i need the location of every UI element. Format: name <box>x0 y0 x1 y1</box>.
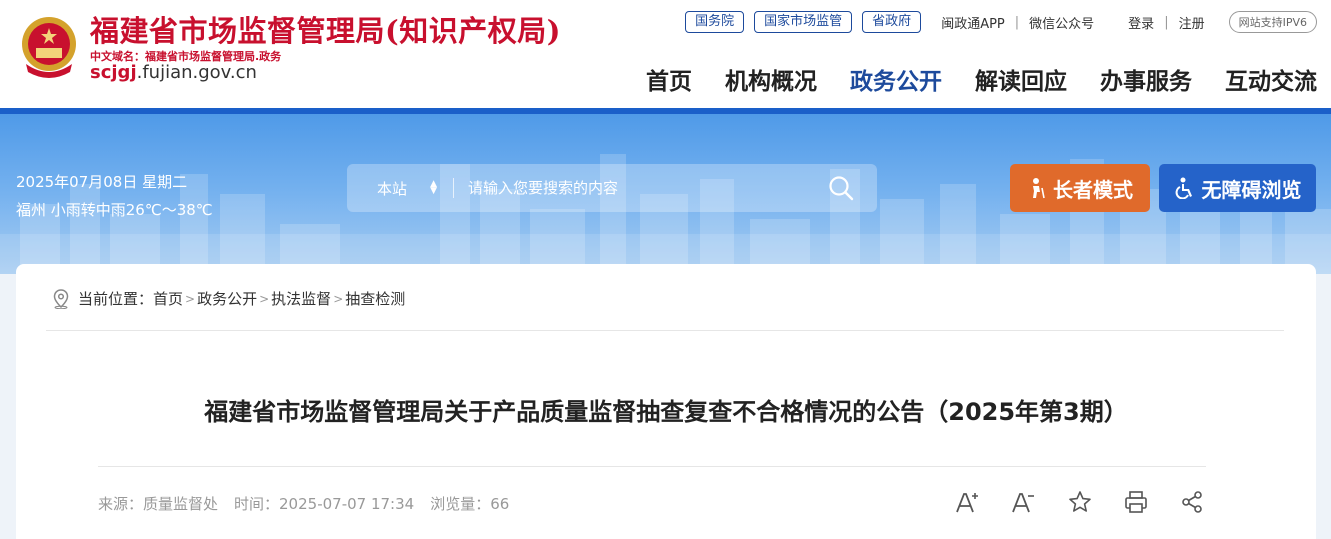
content-card: 当前位置： 首页 > 政务公开 > 执法监督 > 抽查检测 福建省市场监督管理局… <box>16 264 1316 539</box>
login-link[interactable]: 登录 <box>1128 13 1154 32</box>
divider <box>46 330 1284 331</box>
divider: | <box>1164 14 1169 30</box>
site-title[interactable]: 福建省市场监督管理局(知识产权局) <box>90 8 561 50</box>
breadcrumb-home[interactable]: 首页 <box>153 288 183 309</box>
print-button[interactable] <box>1122 488 1150 516</box>
font-increase-icon <box>956 493 978 513</box>
search-icon <box>829 176 854 201</box>
elder-mode-label: 长者模式 <box>1053 177 1133 202</box>
weather-forecast: 福州 小雨转中雨26℃～38℃ <box>16 201 213 219</box>
elder-person-icon <box>1027 177 1047 199</box>
main-nav: 首页 机构概况 政务公开 解读回应 办事服务 互动交流 <box>613 62 1317 96</box>
search-input[interactable] <box>468 179 823 197</box>
article-views: 浏览量：66 <box>430 495 510 513</box>
ipv6-badge: 网站支持IPV6 <box>1228 11 1317 33</box>
updown-arrows-icon: ▲ ▼ <box>430 179 437 196</box>
divider: | <box>1014 14 1020 30</box>
share-button[interactable] <box>1178 488 1206 516</box>
article-meta: 来源：质量监督处 时间：2025-07-07 17:34 浏览量：66 <box>98 493 525 514</box>
search-scope-label: 本站 <box>377 179 408 198</box>
current-date: 2025年07月08日 星期二 <box>16 173 188 191</box>
nav-interaction[interactable]: 互动交流 <box>1225 62 1317 96</box>
article-source: 来源：质量监督处 <box>98 495 219 513</box>
site-header: 福建省市场监督管理局(知识产权局) 中文域名：福建省市场监督管理局.政务 scj… <box>0 0 1331 108</box>
search-scope-select[interactable]: 本站 ▲ ▼ <box>377 178 437 199</box>
wheelchair-icon <box>1174 177 1196 199</box>
font-decrease-icon <box>1012 493 1034 513</box>
chevron-right-icon: > <box>259 291 270 306</box>
share-icon <box>1182 491 1202 513</box>
link-app[interactable]: 闽政通APP <box>941 13 1005 32</box>
elder-mode-button[interactable]: 长者模式 <box>1010 164 1150 212</box>
domain-url[interactable]: scjgj.fujian.gov.cn <box>90 62 257 83</box>
register-link[interactable]: 注册 <box>1179 13 1205 32</box>
breadcrumb-gov-affairs[interactable]: 政务公开 <box>197 288 257 309</box>
nav-services[interactable]: 办事服务 <box>1100 62 1192 96</box>
nav-home[interactable]: 首页 <box>646 62 692 96</box>
favorite-button[interactable] <box>1066 488 1094 516</box>
accessibility-button[interactable]: 无障碍浏览 <box>1159 164 1316 212</box>
domain-url-rest: .fujian.gov.cn <box>136 62 257 83</box>
star-icon <box>1069 491 1091 512</box>
chevron-right-icon: > <box>185 291 196 306</box>
divider <box>98 466 1206 467</box>
search-button[interactable] <box>823 170 859 206</box>
nav-about[interactable]: 机构概况 <box>725 62 817 96</box>
printer-icon <box>1125 491 1147 513</box>
font-increase-button[interactable] <box>954 488 982 516</box>
banner: 2025年07月08日 星期二 福州 小雨转中雨26℃～38℃ 本站 ▲▼ 长者… <box>0 114 1331 274</box>
national-emblem-logo <box>22 17 76 78</box>
weather-widget: 2025年07月08日 星期二 福州 小雨转中雨26℃～38℃ <box>16 168 213 224</box>
link-wechat[interactable]: 微信公众号 <box>1029 13 1094 32</box>
article-title: 福建省市场监督管理局关于产品质量监督抽查复查不合格情况的公告（2025年第3期） <box>204 398 1128 426</box>
search-bar: 本站 ▲ ▼ <box>347 164 877 212</box>
article-time: 时间：2025-07-07 17:34 <box>234 495 415 513</box>
chevron-right-icon: > <box>333 291 344 306</box>
breadcrumb-inspection[interactable]: 抽查检测 <box>345 288 405 309</box>
location-pin-icon <box>53 288 69 309</box>
link-samr[interactable]: 国家市场监管 <box>754 11 853 33</box>
nav-interpretation[interactable]: 解读回应 <box>975 62 1067 96</box>
font-decrease-button[interactable] <box>1010 488 1038 516</box>
breadcrumb-enforcement[interactable]: 执法监督 <box>271 288 331 309</box>
nav-gov-affairs[interactable]: 政务公开 <box>850 62 942 96</box>
article-tools <box>954 488 1206 516</box>
link-provincial-gov[interactable]: 省政府 <box>862 11 922 33</box>
link-state-council[interactable]: 国务院 <box>685 11 745 33</box>
domain-url-highlight: scjgj <box>90 62 137 83</box>
breadcrumb-prefix: 当前位置： <box>78 290 154 308</box>
top-links: 国务院 国家市场监管 省政府 闽政通APP | 微信公众号 登录 | 注册 网站… <box>685 10 1317 34</box>
accessibility-label: 无障碍浏览 <box>1201 177 1302 202</box>
search-divider <box>453 178 454 198</box>
breadcrumb: 当前位置： 首页 > 政务公开 > 执法监督 > 抽查检测 <box>52 288 405 309</box>
